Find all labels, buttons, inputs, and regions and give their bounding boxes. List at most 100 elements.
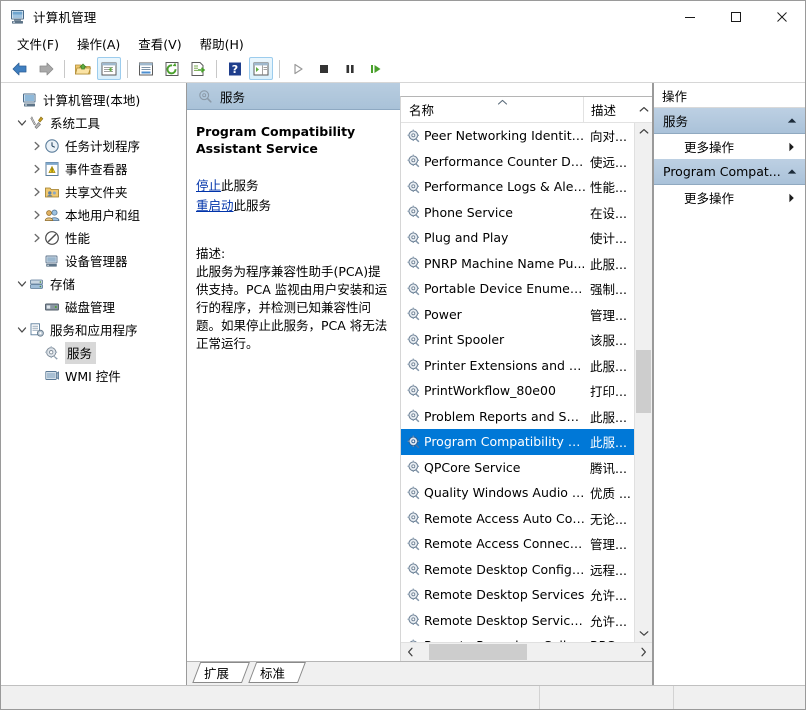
chevron-right-icon[interactable] [29, 141, 44, 151]
chevron-right-icon[interactable] [29, 233, 44, 243]
tree-node-disk-management[interactable]: 磁盘管理 [1, 295, 186, 318]
service-row[interactable]: Quality Windows Audio V...优质 ... [401, 480, 634, 506]
chevron-up-icon[interactable] [787, 117, 797, 124]
chevron-up-icon[interactable] [787, 168, 797, 175]
service-row[interactable]: Remote Procedure Call (...RPC... [401, 633, 634, 642]
stop-service-link[interactable]: 停止 [196, 178, 221, 193]
service-row[interactable]: Performance Logs & Aler...性能... [401, 174, 634, 200]
service-row[interactable]: Portable Device Enumera...强制... [401, 276, 634, 302]
menu-file[interactable]: 文件(F) [8, 32, 68, 56]
horizontal-scroll-track[interactable] [419, 643, 634, 661]
properties-icon[interactable] [134, 57, 158, 80]
service-row[interactable]: Peer Networking Identity...向对... [401, 123, 634, 149]
chevron-down-icon[interactable] [14, 279, 29, 289]
chevron-down-icon[interactable] [14, 325, 29, 335]
service-row[interactable]: Printer Extensions and N...此服... [401, 353, 634, 379]
tree-node-shared-folders[interactable]: 共享文件夹 [1, 180, 186, 203]
up-folder-icon[interactable] [71, 57, 95, 80]
service-row[interactable]: PrintWorkflow_80e00打印... [401, 378, 634, 404]
tree-node-device-manager[interactable]: 设备管理器 [1, 249, 186, 272]
minimize-button[interactable] [667, 1, 713, 32]
service-row[interactable]: PNRP Machine Name Pu...此服... [401, 251, 634, 277]
tree-node-computer-management[interactable]: 计算机管理(本地) [1, 88, 186, 111]
tree-node-event-viewer[interactable]: 事件查看器 [1, 157, 186, 180]
start-service-icon[interactable] [286, 57, 310, 80]
service-row[interactable]: Remote Access Auto Con...无论... [401, 506, 634, 532]
restart-service-link[interactable]: 重启动 [196, 198, 234, 213]
stop-service-icon[interactable] [312, 57, 336, 80]
vertical-scrollbar[interactable] [634, 123, 652, 642]
service-row[interactable]: Program Compatibility A...此服... [401, 429, 634, 455]
stop-service-suffix: 此服务 [221, 178, 259, 193]
tree-node-storage[interactable]: 存储 [1, 272, 186, 295]
service-description-cell: 远程... [590, 560, 634, 579]
chevron-right-icon[interactable] [29, 164, 44, 174]
service-row[interactable]: Phone Service在设... [401, 200, 634, 226]
tree-node-performance[interactable]: 性能 [1, 226, 186, 249]
scroll-left-button[interactable] [401, 643, 419, 661]
back-icon[interactable] [8, 57, 32, 80]
horizontal-scroll-thumb[interactable] [429, 644, 527, 660]
service-gear-icon [406, 485, 422, 501]
vertical-scroll-thumb[interactable] [636, 350, 651, 413]
tree-node-system-tools[interactable]: 系统工具 [1, 111, 186, 134]
menu-action[interactable]: 操作(A) [68, 32, 129, 56]
tab-standard[interactable]: 标准 [247, 662, 333, 683]
restart-service-icon[interactable] [364, 57, 388, 80]
column-header-name[interactable]: 名称 [401, 97, 584, 122]
device-manager-icon [44, 253, 60, 269]
export-list-icon[interactable] [186, 57, 210, 80]
show-action-pane-icon[interactable] [249, 57, 273, 80]
scroll-down-button[interactable] [635, 625, 652, 642]
service-row[interactable]: Remote Desktop Service...允许... [401, 608, 634, 634]
forward-icon[interactable] [34, 57, 58, 80]
menu-help[interactable]: 帮助(H) [191, 32, 253, 56]
service-row[interactable]: Problem Reports and Sol...此服... [401, 404, 634, 430]
help-icon[interactable]: ? [223, 57, 247, 80]
service-name: Remote Access Connecti... [424, 536, 590, 551]
more-actions-services[interactable]: 更多操作 [654, 134, 805, 159]
tree-node-task-scheduler[interactable]: 任务计划程序 [1, 134, 186, 157]
service-row[interactable]: Performance Counter DL...使远... [401, 149, 634, 175]
column-header-description[interactable]: 描述 [584, 97, 635, 122]
tree-node-services-and-applications[interactable]: 服务和应用程序 [1, 318, 186, 341]
scroll-right-button[interactable] [634, 643, 652, 661]
maximize-button[interactable] [713, 1, 759, 32]
disk-management-icon [44, 299, 60, 315]
chevron-right-icon[interactable] [29, 210, 44, 220]
service-description-cell: 允许... [590, 611, 634, 630]
title-bar: 计算机管理 [1, 1, 805, 32]
action-group-program-compatibility-label: Program Compat... [663, 164, 781, 179]
service-gear-icon [406, 179, 422, 195]
vertical-scroll-track[interactable] [635, 140, 652, 625]
tree-node-services[interactable]: 服务 [1, 341, 186, 364]
service-description-cell: 性能... [590, 177, 634, 196]
menu-view[interactable]: 查看(V) [129, 32, 190, 56]
chevron-right-icon[interactable] [29, 187, 44, 197]
services-gear-icon [197, 88, 213, 104]
scroll-up-button[interactable] [635, 123, 652, 140]
tree-node-wmi-control[interactable]: WMI 控件 [1, 364, 186, 387]
service-row[interactable]: Plug and Play使计... [401, 225, 634, 251]
service-row[interactable]: Remote Access Connecti...管理... [401, 531, 634, 557]
service-row[interactable]: QPCore Service腾讯... [401, 455, 634, 481]
close-button[interactable] [759, 1, 805, 32]
service-row[interactable]: Power管理... [401, 302, 634, 328]
action-group-services[interactable]: 服务 [654, 108, 805, 134]
action-group-program-compatibility[interactable]: Program Compat... [654, 159, 805, 185]
local-users-groups-icon [44, 207, 60, 223]
horizontal-scrollbar[interactable] [401, 642, 652, 661]
service-row[interactable]: Remote Desktop Configu...远程... [401, 557, 634, 583]
tree-node-local-users-and-groups[interactable]: 本地用户和组 [1, 203, 186, 226]
scroll-up-corner-icon[interactable] [635, 97, 652, 122]
more-actions-program-compatibility[interactable]: 更多操作 [654, 185, 805, 210]
service-row[interactable]: Print Spooler该服... [401, 327, 634, 353]
service-row[interactable]: Remote Desktop Services允许... [401, 582, 634, 608]
service-gear-icon [406, 383, 422, 399]
show-hide-console-tree-icon[interactable] [97, 57, 121, 80]
service-description-cell: 管理... [590, 534, 634, 553]
tree-node-label: 磁盘管理 [65, 297, 119, 316]
refresh-icon[interactable] [160, 57, 184, 80]
chevron-down-icon[interactable] [14, 118, 29, 128]
pause-service-icon[interactable] [338, 57, 362, 80]
